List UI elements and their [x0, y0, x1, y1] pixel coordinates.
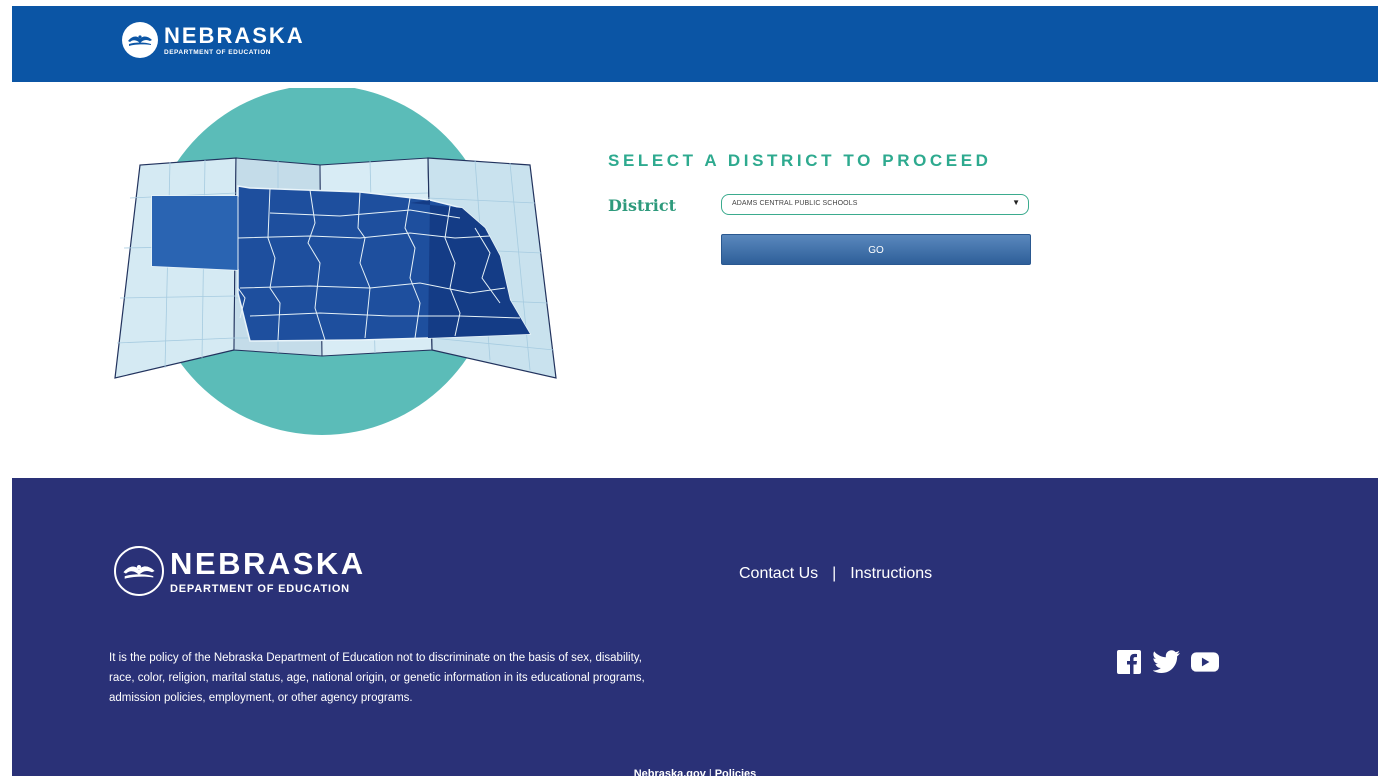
footer-links: Contact Us | Instructions [739, 565, 932, 583]
footer-brand-sub: DEPARTMENT OF EDUCATION [170, 582, 350, 595]
district-select[interactable]: ADAMS CENTRAL PUBLIC SCHOOLS ▼ [721, 194, 1029, 215]
bottom-links: Nebraska.gov | Policies [12, 768, 1378, 780]
social-links [1115, 650, 1219, 674]
bottom-link-divider: | [708, 768, 712, 780]
district-select-value: ADAMS CENTRAL PUBLIC SCHOOLS [732, 200, 858, 207]
contact-us-link[interactable]: Contact Us [739, 565, 818, 582]
district-label: District [608, 196, 676, 215]
policies-link[interactable]: Policies [715, 768, 757, 780]
header-brand-sub: DEPARTMENT OF EDUCATION [164, 48, 271, 56]
select-district-heading: SELECT A DISTRICT TO PROCEED [608, 151, 992, 170]
go-button[interactable]: GO [721, 234, 1031, 265]
nondiscrimination-policy: It is the policy of the Nebraska Departm… [109, 652, 645, 704]
footer-logo[interactable]: NEBRASKA DEPARTMENT OF EDUCATION [114, 546, 366, 596]
facebook-icon[interactable] [1115, 650, 1143, 674]
chevron-down-icon: ▼ [1012, 198, 1020, 207]
nebraska-map-illustration [110, 85, 570, 438]
footer-link-separator: | [832, 565, 837, 582]
nde-logo-icon [122, 22, 158, 58]
nde-logo-icon [114, 546, 164, 596]
page: NEBRASKA DEPARTMENT OF EDUCATION SELECT … [12, 6, 1378, 780]
youtube-icon[interactable] [1191, 650, 1219, 674]
site-footer: NEBRASKA DEPARTMENT OF EDUCATION Contact… [12, 478, 1378, 780]
header-logo[interactable]: NEBRASKA DEPARTMENT OF EDUCATION [122, 22, 305, 58]
twitter-icon[interactable] [1153, 650, 1181, 674]
instructions-link[interactable]: Instructions [850, 565, 932, 582]
footer-brand-name: NEBRASKA [170, 545, 366, 581]
header-brand-name: NEBRASKA [164, 22, 305, 48]
site-header: NEBRASKA DEPARTMENT OF EDUCATION [12, 6, 1378, 82]
nebraska-gov-link[interactable]: Nebraska.gov [634, 768, 706, 780]
